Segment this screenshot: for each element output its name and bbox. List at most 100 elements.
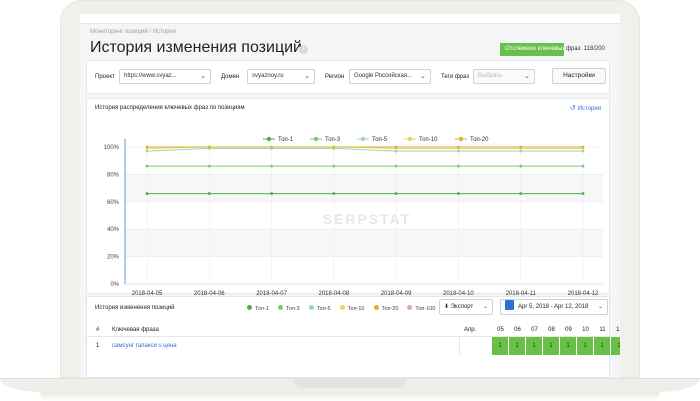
x-tick-label: 2018-04-11 [506, 291, 537, 295]
legend-marker [360, 136, 366, 142]
grid-band [125, 174, 603, 202]
col-day: 12 [616, 327, 620, 333]
legend-item[interactable]: Топ-1 [247, 305, 269, 312]
data-point [394, 149, 398, 153]
legend-label: Топ-100 [415, 305, 436, 312]
y-tick-label: 80% [107, 172, 120, 178]
y-tick-label: 60% [107, 200, 120, 206]
chart-title: История распределения ключевых фраз по п… [95, 105, 245, 111]
history-table-card: История изменения позиций Топ-1 Топ-3 Топ-… [86, 296, 620, 378]
legend-dot [308, 305, 314, 310]
history-link[interactable]: ↺ История [570, 104, 601, 112]
position-cell[interactable]: 1 [560, 337, 576, 355]
legend-dot [407, 305, 413, 310]
legend-dot [277, 305, 283, 310]
data-point [519, 192, 523, 195]
chevron-down-icon: ⌄ [200, 73, 206, 80]
data-point [457, 192, 460, 195]
position-cell[interactable]: 1 [611, 337, 620, 355]
data-point [581, 192, 585, 195]
region-value: Google Российская... [354, 73, 413, 79]
position-cell[interactable]: 1 [543, 337, 559, 355]
data-point [457, 149, 460, 153]
legend-item[interactable]: Топ-10 [339, 305, 365, 312]
y-tick-label: 20% [107, 255, 120, 261]
data-point [145, 164, 149, 168]
legend-item[interactable]: Топ-3 [277, 305, 300, 312]
legend-dot [339, 305, 345, 310]
calendar-icon [505, 300, 514, 310]
settings-button[interactable]: Настройки [552, 68, 606, 84]
legend-item[interactable]: Топ-100 [407, 305, 436, 312]
breadcrumb[interactable]: Мониторинг позиций / История [90, 29, 176, 35]
history-icon: ↺ [569, 105, 576, 112]
data-point [581, 164, 585, 168]
y-tick-label: 0% [110, 282, 119, 288]
position-cell[interactable]: 1 [594, 337, 610, 355]
positions-chart: 100% 80% 60% 40% 20% 0% 2018-04-05 2018-04-06 20… [104, 136, 603, 295]
position-cell[interactable]: 1 [577, 337, 593, 355]
keyword-link[interactable]: самсунг галакси s цена [112, 343, 177, 349]
tracked-progress-bar: Отслежено ключевых [500, 43, 564, 56]
position-cell[interactable]: 1 [526, 337, 542, 355]
chart-card: 100% 80% 60% 40% 20% 0% 2018-04-05 2018-04-06 20… [86, 98, 610, 295]
col-day: 06 [514, 327, 521, 333]
project-value: https://www.svyaz... [124, 73, 177, 79]
laptop-frame: Мониторинг позиций / История История изм… [0, 0, 700, 401]
data-point [332, 145, 336, 149]
data-point [457, 145, 460, 149]
legend-label: Топ-20 [381, 305, 399, 312]
data-point [207, 145, 211, 149]
data-point [457, 164, 460, 168]
chevron-down-icon: ⌄ [524, 73, 530, 80]
col-day: 10 [582, 327, 589, 333]
month-cell [459, 337, 489, 355]
export-icon: ⬇ [444, 304, 451, 310]
legend-label: Топ-10 [419, 137, 438, 143]
col-day: 07 [531, 327, 538, 333]
info-icon[interactable]: i [299, 45, 308, 54]
x-tick-label: 2018-04-07 [256, 291, 287, 295]
project-select[interactable]: https://www.svyaz... ⌄ [119, 69, 211, 84]
x-tick-label: 2018-04-12 [568, 291, 599, 295]
tracked-keywords-progress: Отслежено ключевыхфраз: 118/200 [500, 43, 605, 56]
legend-label: Топ-5 [316, 305, 331, 312]
position-cell[interactable]: 1 [509, 337, 525, 355]
col-month: Апр. [464, 327, 477, 333]
legend-item[interactable]: Топ-5 [308, 305, 331, 312]
data-point [332, 192, 336, 195]
legend-item[interactable]: Топ-20 [373, 305, 399, 312]
data-point [581, 145, 585, 149]
chevron-down-icon: ⌄ [304, 73, 310, 80]
data-point [519, 149, 523, 153]
data-point [145, 145, 149, 149]
position-cell[interactable]: 1 [492, 337, 508, 355]
history-link-label: История [577, 106, 601, 112]
date-range-picker[interactable]: Apr 5, 2018 - Apr 12, 2018 ⌄ [500, 299, 608, 315]
region-select[interactable]: Google Российская... ⌄ [349, 69, 431, 84]
page-title: История изменения позиций [90, 39, 302, 56]
domain-select[interactable]: svyaznoy.ru ⌄ [247, 69, 315, 84]
col-keyword[interactable]: Ключевая фраза [112, 327, 159, 333]
data-point [270, 164, 273, 168]
data-point [519, 145, 523, 149]
export-button[interactable]: ⬇ Экспорт ⌄ [439, 299, 493, 315]
col-day: 09 [565, 327, 572, 333]
domain-value: svyaznoy.ru [252, 73, 284, 79]
y-tick-label: 40% [107, 227, 120, 233]
table-header: # Ключевая фраза Апр. 05 06 07 08 09 10 11 12 [87, 323, 620, 337]
legend-dot [247, 305, 252, 310]
legend-label: Топ-10 [347, 305, 365, 312]
legend-label: Топ-3 [325, 137, 341, 143]
tracked-count: фраз: 118/200 [566, 46, 605, 52]
data-point [207, 192, 211, 195]
x-tick-label: 2018-04-09 [381, 291, 412, 295]
data-point [519, 164, 523, 168]
tags-select[interactable]: Выбрать ⌄ [473, 69, 535, 84]
data-point [145, 192, 149, 195]
app-screen: Мониторинг позиций / История История изм… [80, 14, 620, 378]
legend-label: Топ-5 [372, 137, 388, 143]
tags-placeholder: Выбрать [478, 73, 503, 79]
region-label: Регион [325, 74, 345, 80]
legend-marker [266, 136, 272, 142]
